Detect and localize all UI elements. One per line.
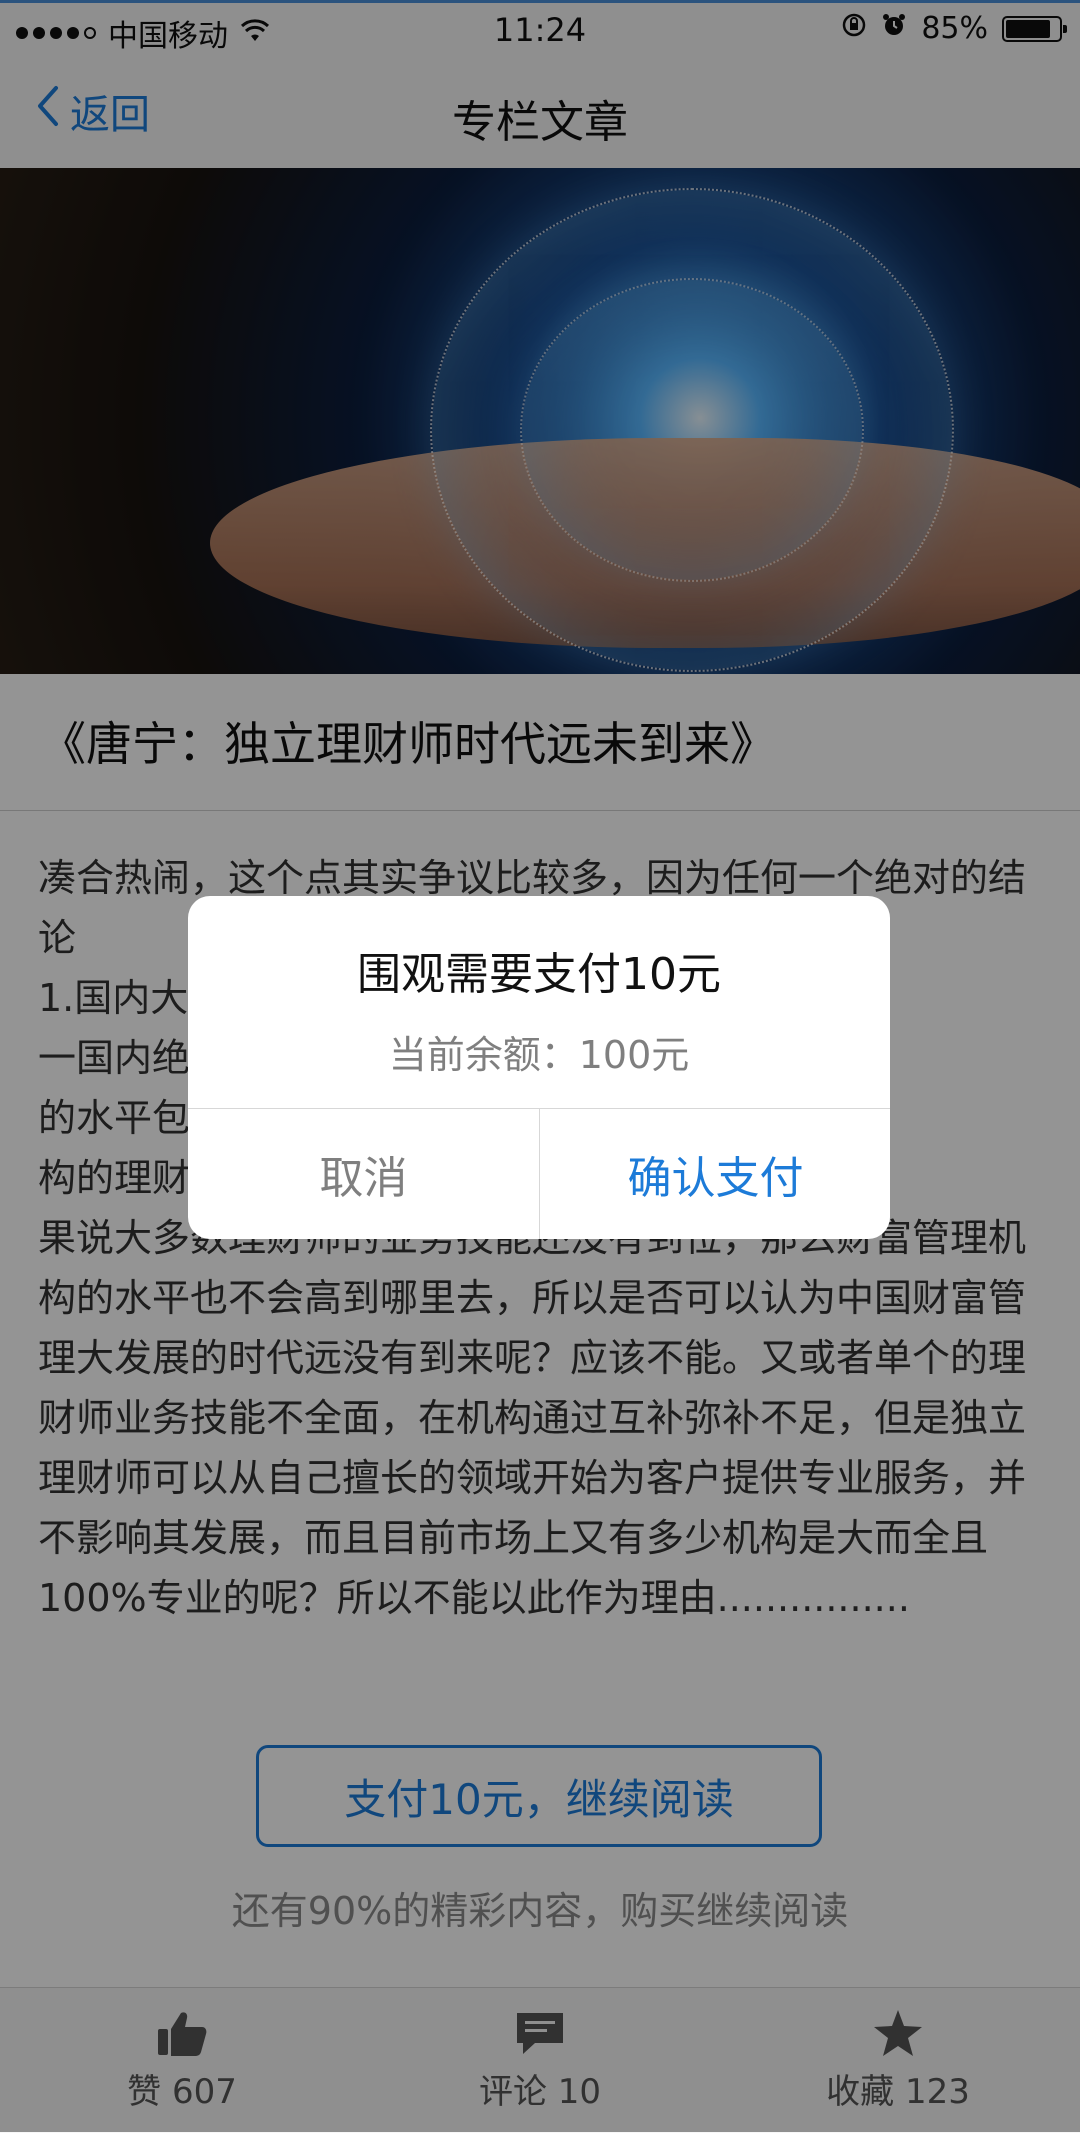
payment-dialog: 围观需要支付10元 当前余额：100元 取消 确认支付 [188, 896, 890, 1239]
dialog-title: 围观需要支付10元 [357, 949, 721, 1000]
confirm-payment-button[interactable]: 确认支付 [540, 1109, 890, 1239]
cancel-button[interactable]: 取消 [188, 1109, 539, 1239]
balance-text: 当前余额：100元 [388, 1033, 690, 1077]
screen: 中国移动 11:24 85% 返回 专栏文章 《唐宁：独立理财师时代远未到来》 … [0, 0, 1080, 2133]
